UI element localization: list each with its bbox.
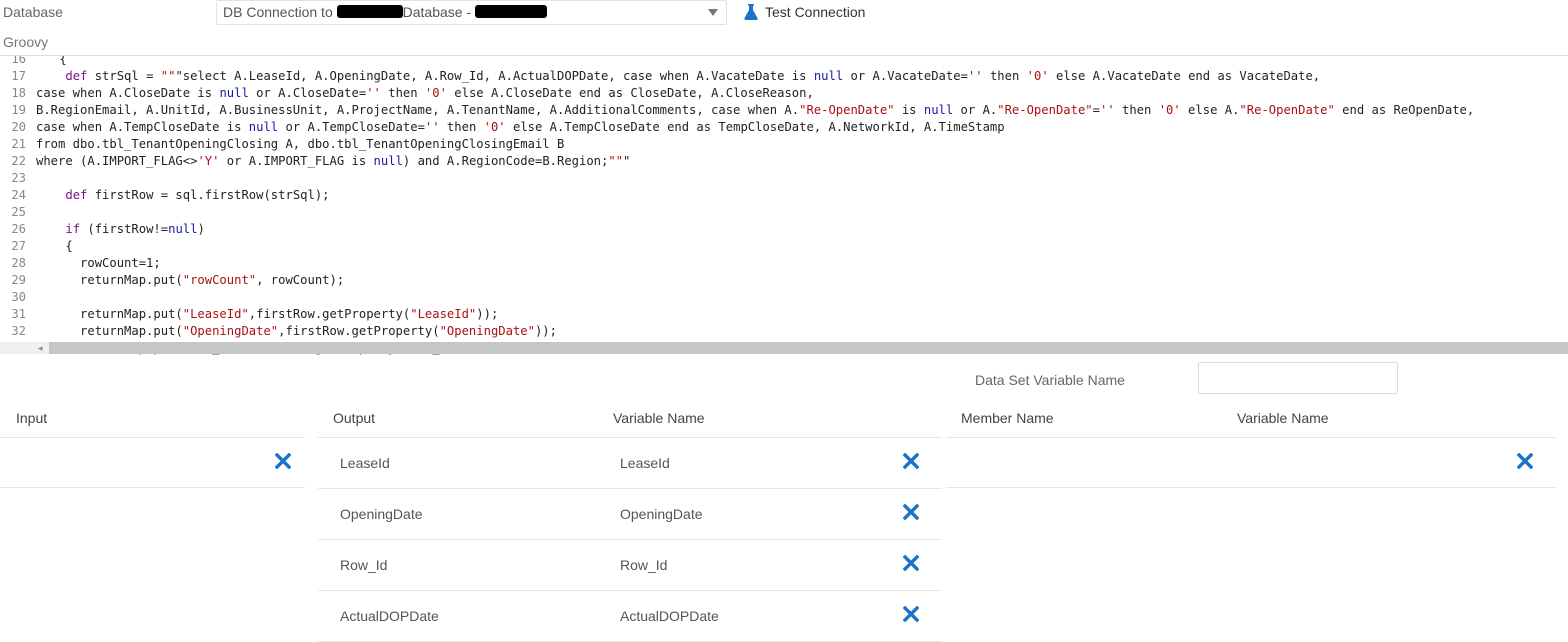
code-editor[interactable]: 16 { 17 def strSql = """select A.LeaseId,… <box>0 55 1568 356</box>
line-number: 22 <box>11 154 26 168</box>
code-content[interactable]: 16 { 17 def strSql = """select A.LeaseId,… <box>0 55 1568 356</box>
line-number: 18 <box>11 86 26 100</box>
dataset-variable-input[interactable] <box>1198 362 1398 394</box>
output-cell[interactable]: Row_Id <box>340 557 387 573</box>
divider <box>0 437 305 438</box>
close-icon <box>903 453 919 469</box>
remove-output-button[interactable] <box>903 555 919 571</box>
code-line: 21 from dbo.tbl_TenantOpeningClosing A, d… <box>0 136 1568 153</box>
remove-output-button[interactable] <box>903 606 919 622</box>
database-select[interactable]: DB Connection to Database - <box>216 0 727 25</box>
close-icon <box>903 504 919 520</box>
divider <box>318 488 942 489</box>
database-label: Database <box>3 4 63 20</box>
close-icon <box>903 555 919 571</box>
code-line: 19 B.RegionEmail, A.UnitId, A.BusinessUni… <box>0 102 1568 119</box>
line-number: 25 <box>11 205 26 219</box>
remove-output-button[interactable] <box>903 453 919 469</box>
remove-member-button[interactable] <box>1517 453 1533 469</box>
code-line: 26 if (firstRow!=null) <box>0 221 1568 238</box>
code-text: def strSql = """select A.LeaseId, A.Open… <box>65 69 1321 83</box>
test-connection-label: Test Connection <box>765 4 866 20</box>
output-cell[interactable]: OpeningDate <box>340 506 423 522</box>
output-variable-header: Variable Name <box>613 410 705 426</box>
code-text: from dbo.tbl_TenantOpeningClosing A, dbo… <box>36 137 565 151</box>
close-icon <box>903 606 919 622</box>
line-number: 20 <box>11 120 26 134</box>
code-text: def firstRow = sql.firstRow(strSql); <box>65 188 330 202</box>
variable-name-cell[interactable]: Row_Id <box>620 557 667 573</box>
code-text: rowCount=1; <box>36 256 161 270</box>
code-line: 17 def strSql = """select A.LeaseId, A.O… <box>0 68 1568 85</box>
line-number: 26 <box>11 222 26 236</box>
redacted-mark <box>336 5 403 18</box>
divider <box>946 437 1556 438</box>
line-number: 32 <box>11 324 26 338</box>
code-line: 24 def firstRow = sql.firstRow(strSql); <box>0 187 1568 204</box>
code-text: B.RegionEmail, A.UnitId, A.BusinessUnit,… <box>36 103 1475 117</box>
code-line: 29 returnMap.put("rowCount", rowCount); <box>0 272 1568 289</box>
code-line: 23 <box>0 170 1568 187</box>
output-cell[interactable]: ActualDOPDate <box>340 608 439 624</box>
line-number: 24 <box>11 188 26 202</box>
flask-icon <box>744 4 758 20</box>
chevron-down-icon[interactable] <box>708 9 718 16</box>
code-line: 27 { <box>0 238 1568 255</box>
test-connection-button[interactable]: Test Connection <box>744 0 865 24</box>
line-number: 19 <box>11 103 26 117</box>
output-header: Output <box>333 410 376 426</box>
scrollbar-thumb[interactable] <box>49 342 1568 354</box>
groovy-label: Groovy <box>3 34 49 50</box>
line-number: 29 <box>11 273 26 287</box>
line-number: 21 <box>11 137 26 151</box>
scroll-left-icon[interactable]: ◂ <box>38 343 43 354</box>
close-icon <box>275 453 291 469</box>
code-text: if (firstRow!=null) <box>65 222 205 236</box>
code-line: 32 returnMap.put("OpeningDate",firstRow.… <box>0 323 1568 340</box>
divider <box>318 539 942 540</box>
horizontal-scrollbar[interactable]: ◂ <box>0 342 1568 354</box>
divider <box>0 487 305 488</box>
code-line: 25 <box>0 204 1568 221</box>
code-text: returnMap.put("LeaseId",firstRow.getProp… <box>36 307 499 321</box>
code-line: 20 case when A.TempCloseDate is null or A… <box>0 119 1568 136</box>
line-number: 30 <box>11 290 26 304</box>
line-number: 31 <box>11 307 26 321</box>
code-line: 18 case when A.CloseDate is null or A.Clo… <box>0 85 1568 102</box>
remove-output-button[interactable] <box>903 504 919 520</box>
close-icon <box>1517 453 1533 469</box>
redacted-mark <box>475 5 547 18</box>
remove-input-button[interactable] <box>275 453 291 469</box>
database-select-value: DB Connection to Database - <box>223 4 547 20</box>
input-header: Input <box>16 410 48 426</box>
line-number: 23 <box>11 171 26 185</box>
code-text: returnMap.put("OpeningDate",firstRow.get… <box>36 324 557 338</box>
output-cell[interactable]: LeaseId <box>340 455 390 471</box>
code-line: 16 { <box>11 55 67 66</box>
code-line: 22 where (A.IMPORT_FLAG<>'Y' or A.IMPORT_… <box>0 153 1568 170</box>
variable-name-cell[interactable]: ActualDOPDate <box>620 608 719 624</box>
line-number: 28 <box>11 256 26 270</box>
member-variable-header: Variable Name <box>1237 410 1329 426</box>
code-text: where (A.IMPORT_FLAG<>'Y' or A.IMPORT_FL… <box>36 154 631 168</box>
line-number: 17 <box>11 69 26 83</box>
dataset-variable-label: Data Set Variable Name <box>975 372 1125 388</box>
code-text: case when A.CloseDate is null or A.Close… <box>36 86 814 100</box>
code-line: 28 rowCount=1; <box>0 255 1568 272</box>
divider <box>318 590 942 591</box>
line-number: 27 <box>11 239 26 253</box>
member-name-header: Member Name <box>961 410 1054 426</box>
code-line: 30 <box>0 289 1568 306</box>
divider <box>946 487 1556 488</box>
divider <box>318 437 942 438</box>
code-text: returnMap.put("rowCount", rowCount); <box>36 273 345 287</box>
code-line: 31 returnMap.put("LeaseId",firstRow.getP… <box>0 306 1568 323</box>
variable-name-cell[interactable]: OpeningDate <box>620 506 703 522</box>
code-text: { <box>36 239 73 253</box>
variable-name-cell[interactable]: LeaseId <box>620 455 670 471</box>
code-text: case when A.TempCloseDate is null or A.T… <box>36 120 1005 134</box>
